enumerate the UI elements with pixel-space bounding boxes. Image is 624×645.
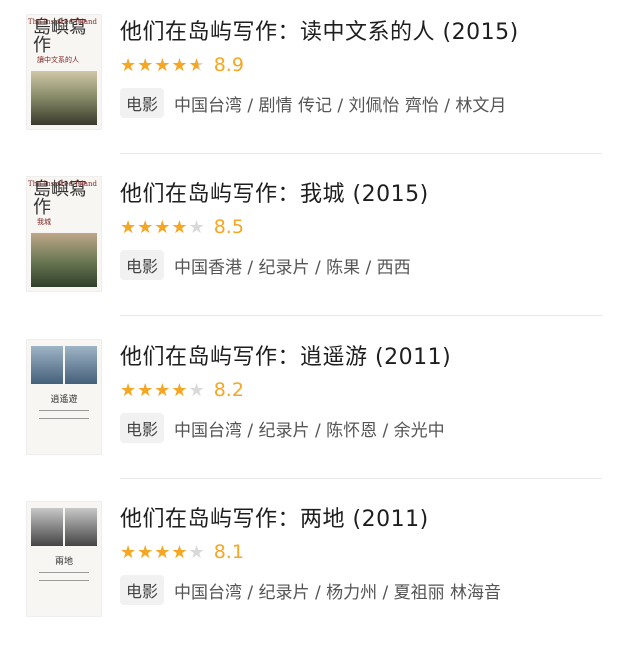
star-rating: ★★★★★ (120, 379, 206, 401)
meta-text: 中国台湾 / 纪录片 / 陈怀恩 / 余光中 (174, 420, 445, 441)
movie-poster[interactable]: 島嶼寫作 The Inspired Island 我城 (26, 176, 102, 292)
rating: ★★★★★ 8.9 (120, 54, 244, 76)
movie-title[interactable]: 他们在岛屿写作：读中文系的人 (2015) (120, 14, 519, 46)
poster-photo (31, 233, 97, 287)
movie-poster[interactable]: 逍遙遊 (26, 339, 102, 455)
rating: ★★★★★ 8.1 (120, 541, 244, 563)
list-item[interactable]: 島嶼寫作 The Inspired Island 讀中文系的人 他们在岛屿写作：… (0, 8, 624, 158)
movie-meta: 电影 中国香港 / 纪录片 / 陈果 / 西西 (120, 250, 411, 280)
divider (120, 315, 602, 316)
star-rating: ★★★★★ (120, 54, 206, 76)
movie-title[interactable]: 他们在岛屿写作：我城 (2015) (120, 176, 429, 208)
star-rating: ★★★★★ (120, 216, 206, 238)
rating-score: 8.1 (213, 541, 244, 563)
movie-meta: 电影 中国台湾 / 剧情 传记 / 刘佩怡 齊怡 / 林文月 (120, 88, 506, 118)
meta-text: 中国台湾 / 剧情 传记 / 刘佩怡 齊怡 / 林文月 (174, 95, 507, 116)
poster-photo (31, 71, 97, 125)
poster-english-title: The Inspired Island (27, 180, 97, 188)
movie-meta: 电影 中国台湾 / 纪录片 / 杨力州 / 夏祖丽 林海音 (120, 575, 501, 605)
poster-rule (39, 580, 89, 581)
rating-score: 8.2 (213, 379, 244, 401)
category-badge: 电影 (120, 413, 165, 443)
poster-photos (31, 508, 97, 546)
rating: ★★★★★ 8.2 (120, 379, 244, 401)
movie-meta: 电影 中国台湾 / 纪录片 / 陈怀恩 / 余光中 (120, 413, 445, 443)
poster-english-title: The Inspired Island (27, 18, 97, 26)
category-badge: 电影 (120, 88, 165, 118)
poster-rule (39, 418, 89, 419)
movie-title[interactable]: 他们在岛屿写作：逍遥游 (2011) (120, 339, 451, 371)
divider (120, 153, 602, 154)
list-item[interactable]: 兩地 他们在岛屿写作：两地 (2011) ★★★★★ 8.1 电影 中国台湾 /… (0, 495, 624, 645)
divider (120, 478, 602, 479)
category-badge: 电影 (120, 250, 165, 280)
star-rating: ★★★★★ (120, 541, 206, 563)
poster-rule (39, 572, 89, 573)
meta-text: 中国香港 / 纪录片 / 陈果 / 西西 (174, 257, 411, 278)
meta-text: 中国台湾 / 纪录片 / 杨力州 / 夏祖丽 林海音 (174, 582, 502, 603)
movie-title[interactable]: 他们在岛屿写作：两地 (2011) (120, 501, 429, 533)
rating: ★★★★★ 8.5 (120, 216, 244, 238)
poster-subtitle: 讀中文系的人 (37, 56, 79, 64)
movie-list: 島嶼寫作 The Inspired Island 讀中文系的人 他们在岛屿写作：… (0, 0, 624, 617)
poster-subtitle: 我城 (37, 218, 51, 226)
poster-subtitle: 逍遙遊 (50, 395, 78, 405)
category-badge: 电影 (120, 575, 165, 605)
movie-poster[interactable]: 島嶼寫作 The Inspired Island 讀中文系的人 (26, 14, 102, 130)
poster-subtitle: 兩地 (54, 557, 73, 567)
poster-photos (31, 346, 97, 384)
list-item[interactable]: 逍遙遊 他们在岛屿写作：逍遥游 (2011) ★★★★★ 8.2 电影 中国台湾… (0, 333, 624, 483)
poster-rule (39, 410, 89, 411)
list-item[interactable]: 島嶼寫作 The Inspired Island 我城 他们在岛屿写作：我城 (… (0, 170, 624, 320)
rating-score: 8.5 (213, 216, 244, 238)
rating-score: 8.9 (213, 54, 244, 76)
movie-poster[interactable]: 兩地 (26, 501, 102, 617)
